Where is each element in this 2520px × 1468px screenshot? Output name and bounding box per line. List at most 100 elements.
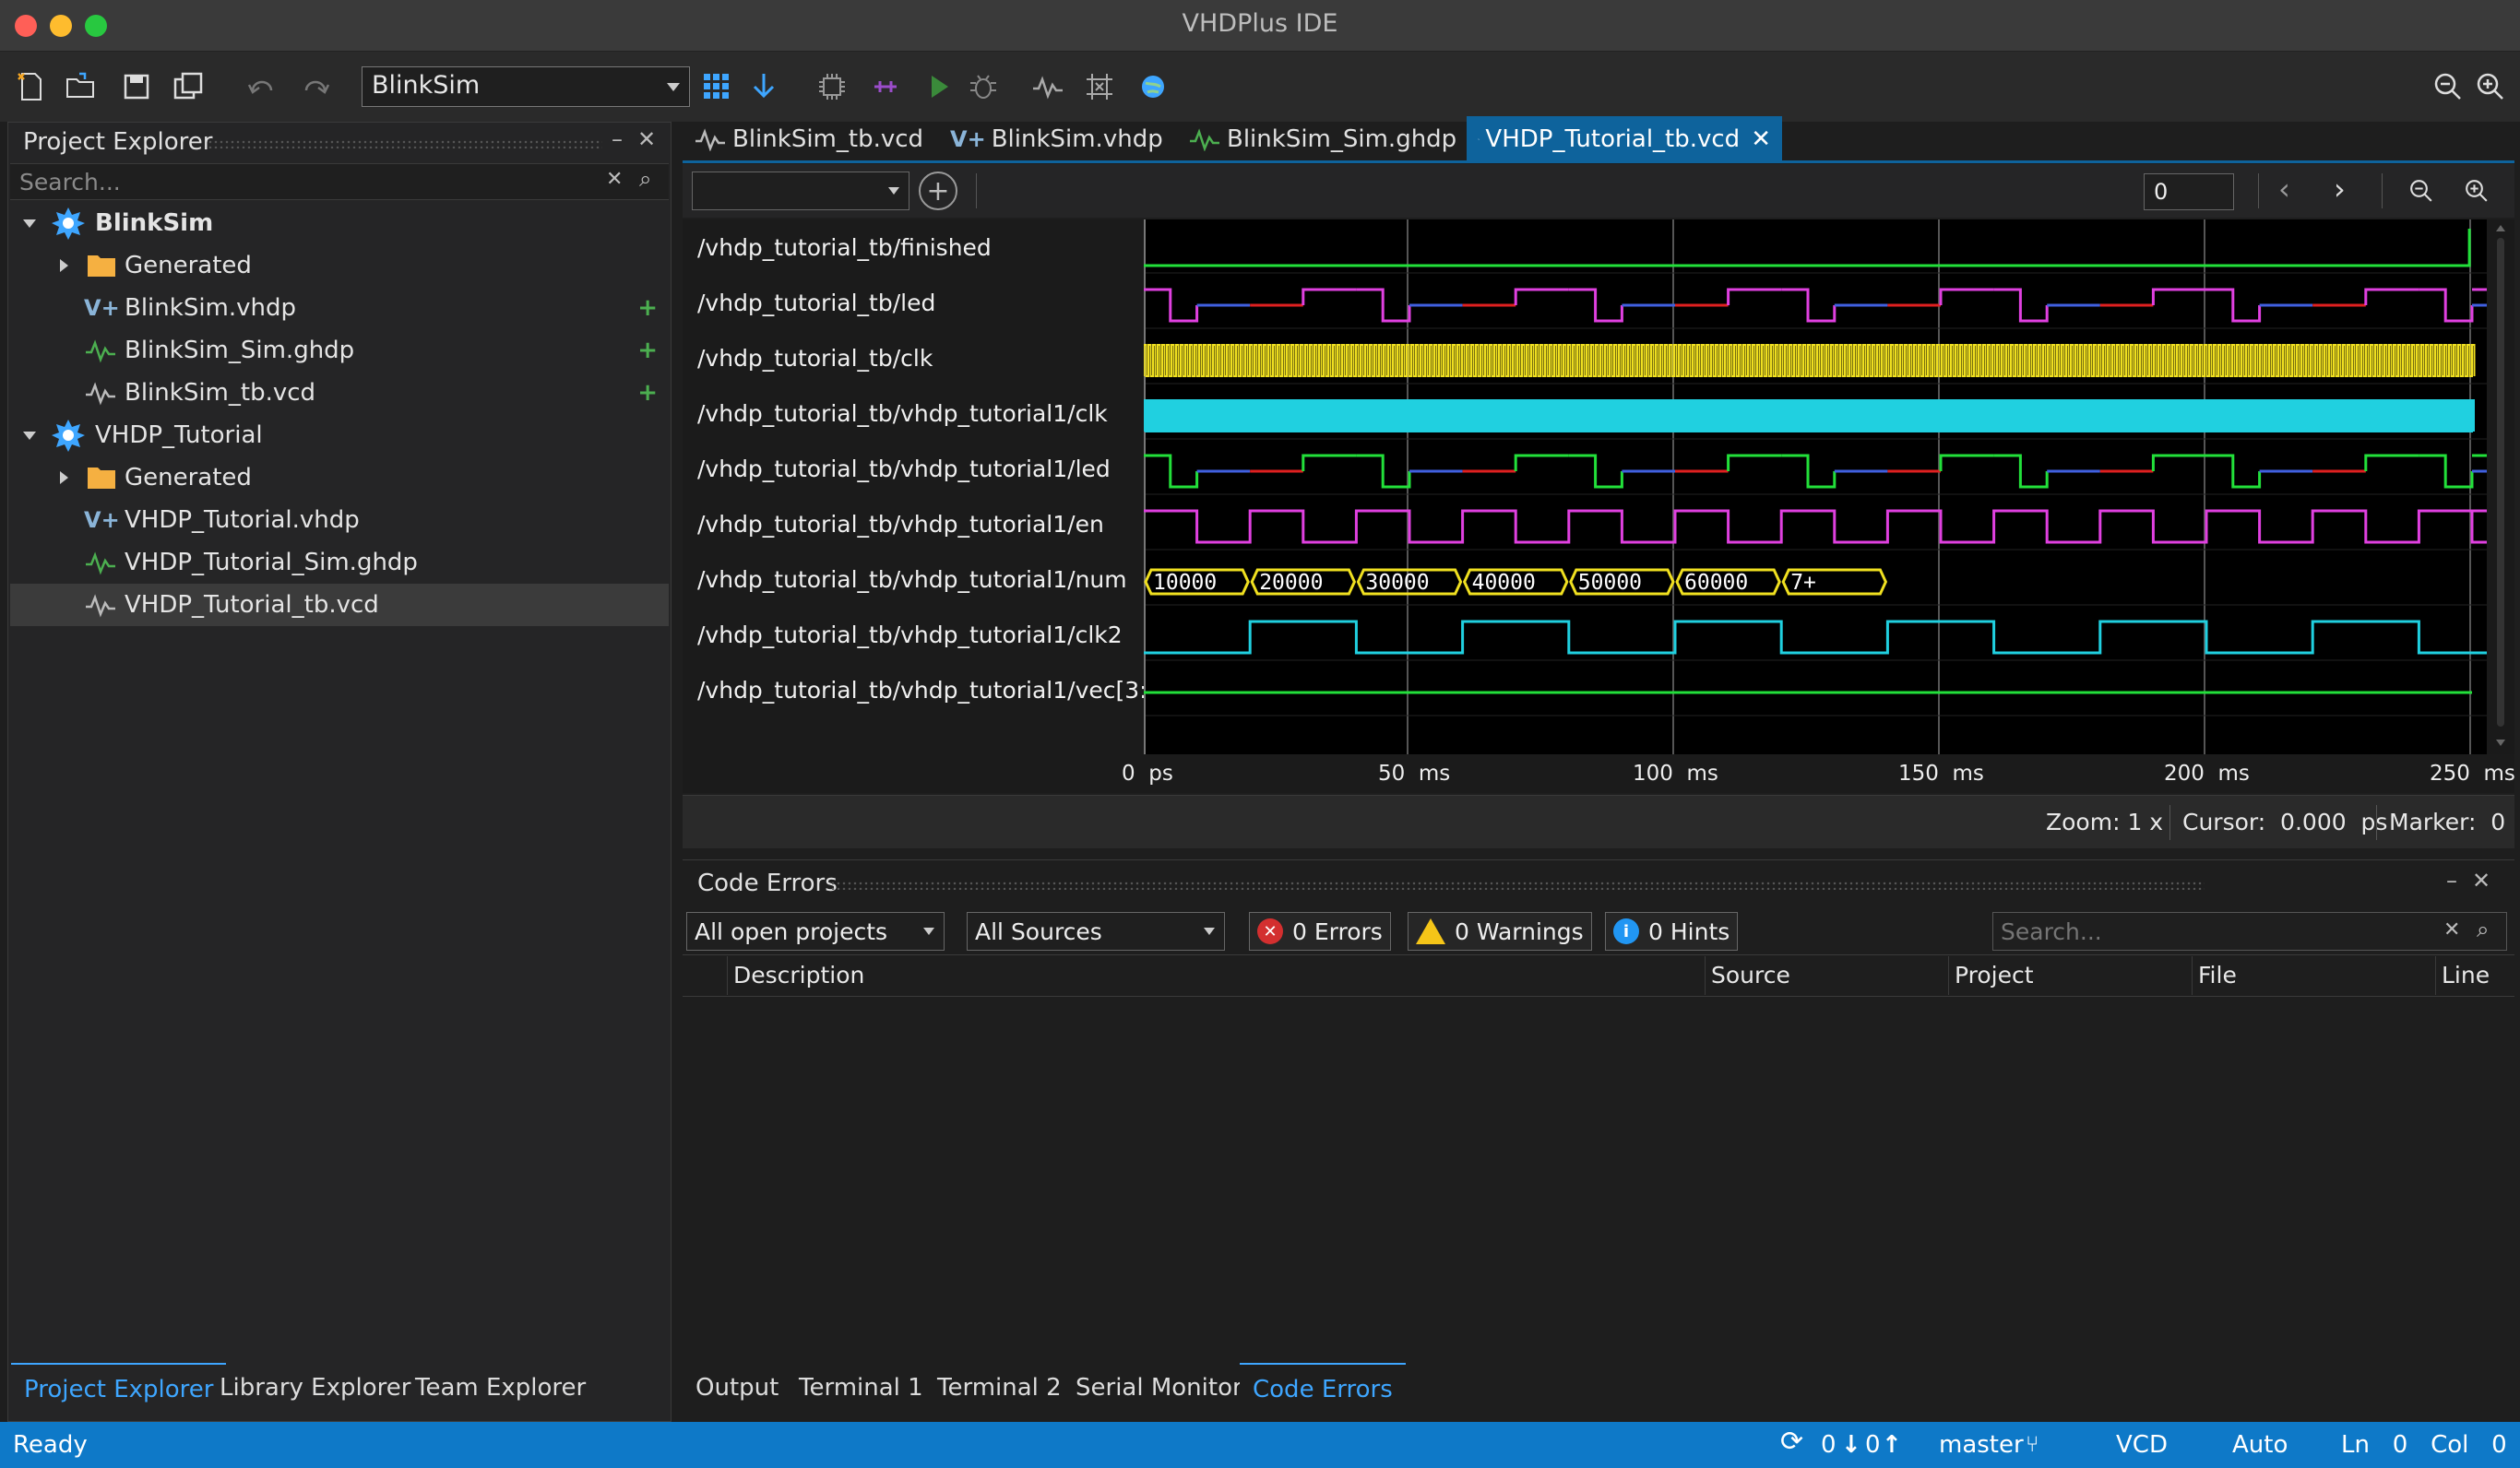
rtl-view-icon[interactable] (1081, 68, 1118, 105)
column-source[interactable]: Source (1705, 956, 1944, 995)
waveform-scrollbar[interactable] (2487, 219, 2514, 754)
tab-vhdp-tutorial-tb-vcd[interactable]: VHDP_Tutorial_tb.vcd ✕ (1467, 116, 1782, 162)
minimize-panel-icon[interactable]: – (2446, 868, 2457, 894)
wave-zoom-in-icon[interactable] (2463, 177, 2490, 205)
close-panel-icon[interactable]: ✕ (637, 126, 656, 152)
file-format[interactable]: VCD (2116, 1431, 2168, 1459)
project-search-input[interactable] (19, 166, 591, 197)
open-folder-icon[interactable] (63, 68, 100, 105)
tab-blinksim-vhdp[interactable]: V+ BlinkSim.vhdp (939, 116, 1174, 162)
tree-item-vhdp-tutorial[interactable]: VHDP_Tutorial (10, 414, 669, 456)
tab-serial-monitor[interactable]: Serial Monitor (1063, 1363, 1255, 1420)
scrollbar-thumb[interactable] (2497, 238, 2504, 727)
vhdp-file-icon: V+ (84, 507, 120, 533)
search-icon[interactable]: ⌕ (639, 166, 651, 192)
close-tab-icon[interactable]: ✕ (1751, 125, 1771, 153)
signal-name[interactable]: /vhdp_tutorial_tb/vhdp_tutorial1/clk (697, 400, 1108, 427)
column-file[interactable]: File (2192, 956, 2431, 995)
undo-icon[interactable] (244, 70, 280, 107)
errors-search-input[interactable] (2001, 917, 2425, 946)
tree-item-vhdp-tutorial-vhdp[interactable]: V+ VHDP_Tutorial.vhdp (10, 499, 669, 541)
column-line[interactable]: Line (2435, 956, 2509, 995)
debug-icon[interactable] (965, 68, 1002, 105)
column-project[interactable]: Project (1948, 956, 2188, 995)
zoom-in-icon[interactable] (2472, 68, 2509, 105)
tree-item-blinksim-vhdp[interactable]: V+ BlinkSim.vhdp + (10, 287, 669, 329)
errors-filter-button[interactable]: ✕ 0 Errors (1249, 912, 1391, 951)
chip-icon[interactable] (814, 68, 850, 105)
close-panel-icon[interactable]: ✕ (2472, 868, 2490, 894)
signal-name[interactable]: /vhdp_tutorial_tb/clk (697, 345, 933, 372)
zoom-out-icon[interactable] (2430, 68, 2467, 105)
mode[interactable]: Auto (2232, 1431, 2288, 1459)
connect-icon[interactable] (867, 68, 904, 105)
previous-edge-icon[interactable]: ‹ (2278, 172, 2290, 207)
column-description[interactable]: Description (727, 956, 1288, 995)
goto-time-input[interactable] (2144, 173, 2234, 210)
tab-project-explorer[interactable]: Project Explorer (11, 1363, 227, 1420)
wave-segment (2151, 454, 2206, 471)
signal-name[interactable]: /vhdp_tutorial_tb/finished (697, 234, 992, 261)
source-filter-select[interactable]: All Sources (967, 912, 1225, 951)
tab-team-explorer[interactable]: Team Explorer (402, 1363, 599, 1420)
wave-zoom-out-icon[interactable] (2407, 177, 2435, 205)
tab-code-errors[interactable]: Code Errors (1240, 1363, 1406, 1420)
next-edge-icon[interactable]: › (2334, 172, 2346, 207)
signal-name[interactable]: /vhdp_tutorial_tb/vhdp_tutorial1/num (697, 566, 1127, 593)
hints-filter-button[interactable]: i 0 Hints (1605, 912, 1739, 951)
signal-select[interactable] (692, 172, 909, 210)
sync-icon[interactable]: ⟳ (1780, 1426, 1803, 1458)
search-icon[interactable]: ⌕ (2477, 917, 2489, 942)
tab-blinksim-tb-vcd[interactable]: BlinkSim_tb.vcd (683, 116, 934, 162)
tab-output[interactable]: Output (683, 1363, 791, 1420)
tree-item-label: BlinkSim (95, 209, 214, 237)
project-select[interactable]: BlinkSim (362, 66, 690, 107)
collapse-caret-icon[interactable] (60, 259, 68, 272)
panel-drag-handle[interactable] (208, 139, 602, 148)
save-icon[interactable] (118, 68, 155, 105)
tree-item-vhdp-tutorial-tb-vcd[interactable]: VHDP_Tutorial_tb.vcd (10, 584, 669, 626)
tab-blinksim-sim-ghdp[interactable]: BlinkSim_Sim.ghdp (1177, 116, 1468, 162)
tab-terminal-2[interactable]: Terminal 2 (924, 1363, 1075, 1420)
project-filter-select[interactable]: All open projects (686, 912, 945, 951)
add-icon[interactable]: + (637, 337, 658, 364)
expand-caret-icon[interactable] (23, 431, 36, 440)
wave-segment (1727, 288, 1782, 305)
wave-icon[interactable] (1029, 68, 1066, 105)
signal-name[interactable]: /vhdp_tutorial_tb/vhdp_tutorial1/led (697, 456, 1111, 482)
signal-name[interactable]: /vhdp_tutorial_tb/vhdp_tutorial1/en (697, 511, 1104, 538)
globe-icon[interactable] (1135, 68, 1171, 105)
download-arrow-icon[interactable] (745, 68, 782, 105)
tree-item-label: BlinkSim_Sim.ghdp (125, 337, 355, 364)
tree-item-generated[interactable]: Generated (10, 456, 669, 499)
tree-item-blinksim-tb-vcd[interactable]: BlinkSim_tb.vcd + (10, 372, 669, 414)
new-file-icon[interactable] (13, 68, 50, 105)
clear-search-icon[interactable]: ✕ (606, 168, 623, 191)
tree-item-vhdp-tutorial-sim-ghdp[interactable]: VHDP_Tutorial_Sim.ghdp (10, 541, 669, 584)
add-icon[interactable]: + (637, 379, 658, 407)
tab-library-explorer[interactable]: Library Explorer (207, 1363, 423, 1420)
signal-name[interactable]: /vhdp_tutorial_tb/vhdp_tutorial1/vec[3:0… (697, 677, 1171, 704)
panel-drag-handle[interactable] (830, 881, 2205, 890)
collapse-caret-icon[interactable] (60, 471, 68, 484)
grid-icon[interactable] (698, 68, 735, 105)
tab-terminal-1[interactable]: Terminal 1 (786, 1363, 936, 1420)
tree-item-generated[interactable]: Generated (10, 244, 669, 287)
signal-name[interactable]: /vhdp_tutorial_tb/vhdp_tutorial1/clk2 (697, 622, 1123, 648)
warnings-filter-button[interactable]: 0 Warnings (1408, 912, 1592, 951)
clear-search-icon[interactable]: ✕ (2443, 918, 2460, 941)
minimize-panel-icon[interactable]: – (612, 126, 623, 152)
branch-name[interactable]: master (1939, 1431, 2024, 1459)
expand-caret-icon[interactable] (23, 219, 36, 228)
scroll-down-icon[interactable] (2496, 740, 2505, 746)
save-all-icon[interactable] (170, 68, 207, 105)
add-signal-button[interactable]: + (919, 172, 957, 210)
scroll-up-icon[interactable] (2496, 225, 2505, 231)
run-icon[interactable] (921, 68, 957, 105)
tree-item-blinksim-sim-ghdp[interactable]: BlinkSim_Sim.ghdp + (10, 329, 669, 372)
tree-item-blinksim[interactable]: BlinkSim (10, 202, 669, 244)
add-icon[interactable]: + (637, 294, 658, 322)
waveform-canvas[interactable]: 10000 20000 30000 40000 50000 60000 7+ (1143, 219, 2520, 754)
signal-name[interactable]: /vhdp_tutorial_tb/led (697, 290, 935, 316)
redo-icon[interactable] (297, 70, 334, 107)
